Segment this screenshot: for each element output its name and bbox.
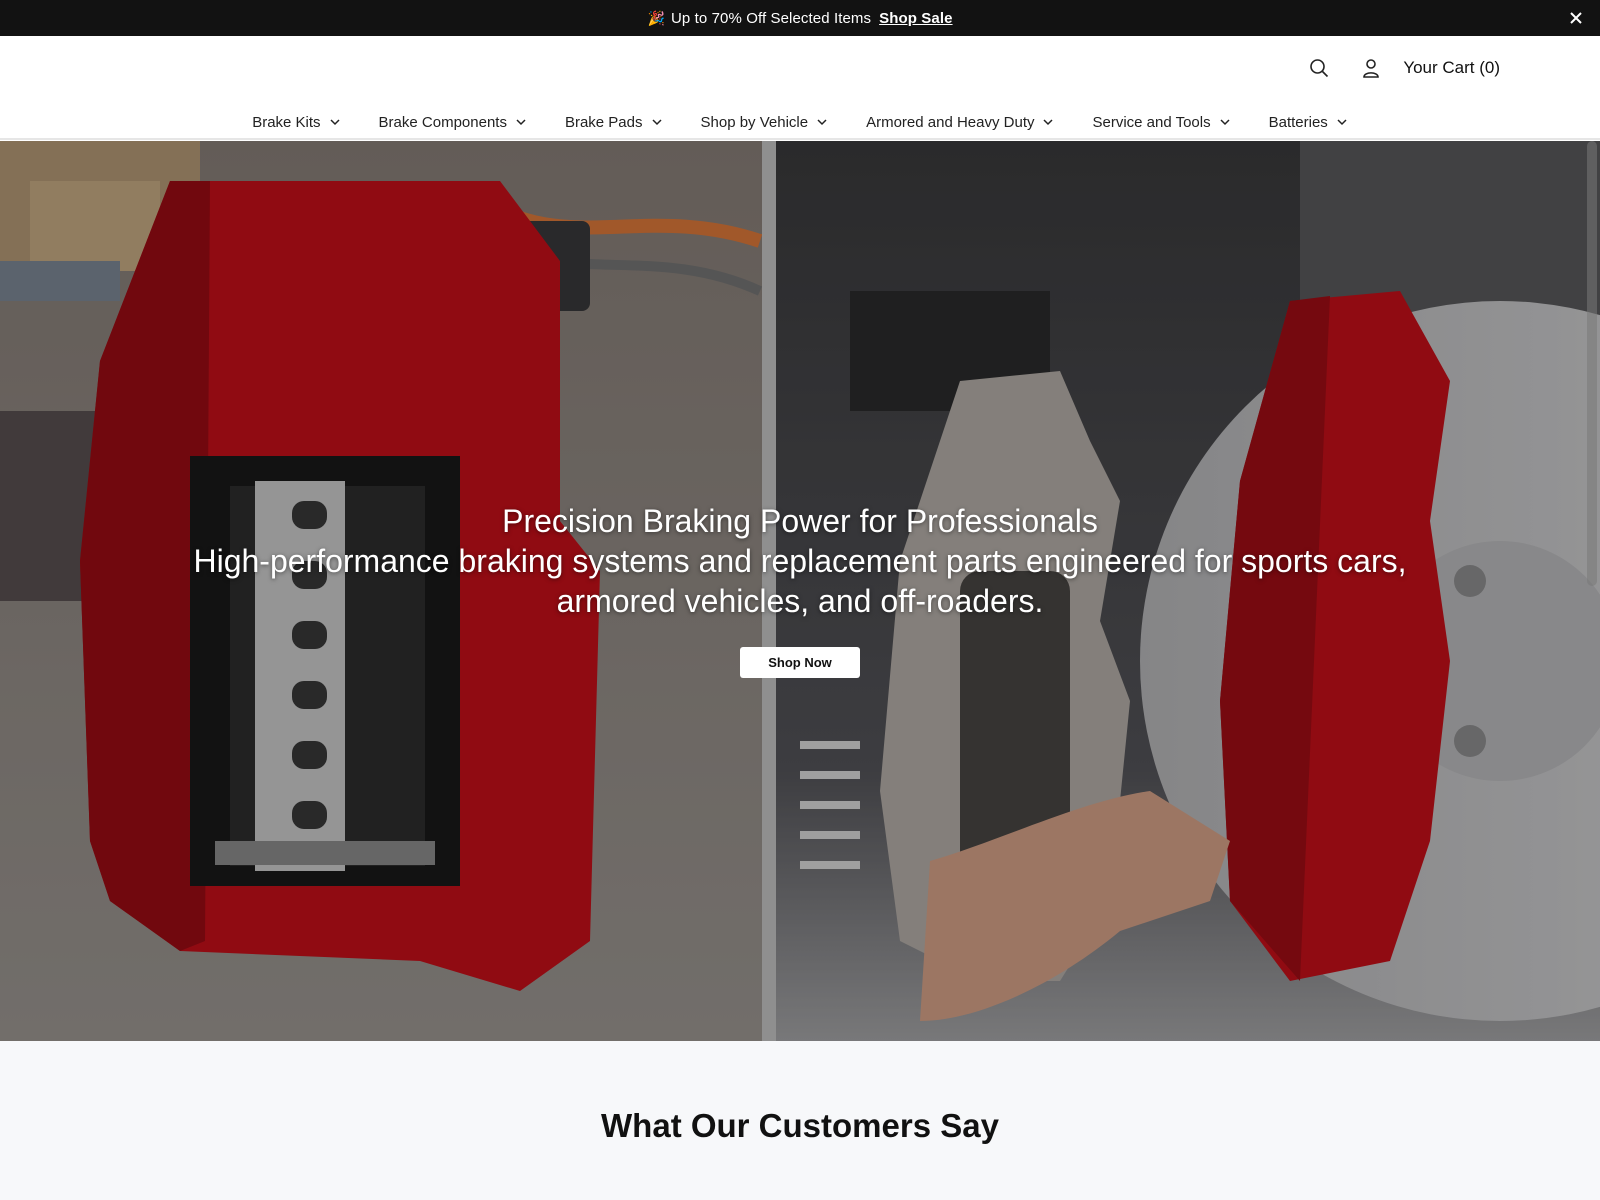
hero-title: Precision Braking Power for Professional… xyxy=(502,503,1098,539)
announcement-bar: 🎉 Up to 70% Off Selected Items Shop Sale xyxy=(0,0,1600,36)
nav-item-brake-pads[interactable]: Brake Pads xyxy=(565,114,663,131)
hero-banner: Precision Braking Power for Professional… xyxy=(0,141,1600,1041)
chevron-down-icon xyxy=(515,116,527,128)
nav-item-label: Batteries xyxy=(1268,113,1328,131)
user-icon[interactable] xyxy=(1357,54,1385,82)
chevron-down-icon xyxy=(1219,116,1231,128)
main-nav: Brake Kits Brake Components Brake Pads S… xyxy=(0,108,1600,136)
nav-item-label: Brake Components xyxy=(378,113,507,131)
chevron-down-icon xyxy=(651,116,663,128)
party-icon: 🎉 xyxy=(647,9,665,26)
nav-item-service-tools[interactable]: Service and Tools xyxy=(1092,114,1230,131)
nav-item-label: Brake Kits xyxy=(252,113,321,131)
testimonials-section: What Our Customers Say xyxy=(0,1041,1600,1200)
chevron-down-icon xyxy=(816,116,828,128)
search-icon[interactable] xyxy=(1305,54,1333,82)
site-header: Your Cart (0) Brake Kits Brake Component… xyxy=(0,36,1600,140)
scrollbar-thumb[interactable] xyxy=(1587,141,1597,586)
nav-item-shop-by-vehicle[interactable]: Shop by Vehicle xyxy=(701,114,829,131)
hero-subtitle: High-performance braking systems and rep… xyxy=(193,543,1407,619)
announcement-text: Up to 70% Off Selected Items xyxy=(671,9,872,27)
cart-link[interactable]: Your Cart (0) xyxy=(1403,58,1500,78)
nav-item-label: Shop by Vehicle xyxy=(700,113,809,131)
section-title: What Our Customers Say xyxy=(601,1107,999,1144)
nav-item-brake-components[interactable]: Brake Components xyxy=(379,114,527,131)
hero-content: Precision Braking Power for Professional… xyxy=(0,501,1600,678)
chevron-down-icon xyxy=(1336,116,1348,128)
nav-item-batteries[interactable]: Batteries xyxy=(1269,114,1348,131)
chevron-down-icon xyxy=(329,116,341,128)
chevron-down-icon xyxy=(1042,116,1054,128)
nav-item-armored-heavy-duty[interactable]: Armored and Heavy Duty xyxy=(866,114,1054,131)
nav-item-label: Service and Tools xyxy=(1092,113,1211,131)
nav-item-label: Brake Pads xyxy=(564,113,643,131)
header-tools: Your Cart (0) xyxy=(1305,54,1500,82)
shop-now-button[interactable]: Shop Now xyxy=(740,647,860,678)
close-icon[interactable] xyxy=(1566,8,1586,28)
page-scrollbar[interactable] xyxy=(1584,141,1600,1041)
shop-sale-link[interactable]: Shop Sale xyxy=(879,10,952,27)
nav-item-label: Armored and Heavy Duty xyxy=(866,113,1035,131)
nav-item-brake-kits[interactable]: Brake Kits xyxy=(252,114,340,131)
